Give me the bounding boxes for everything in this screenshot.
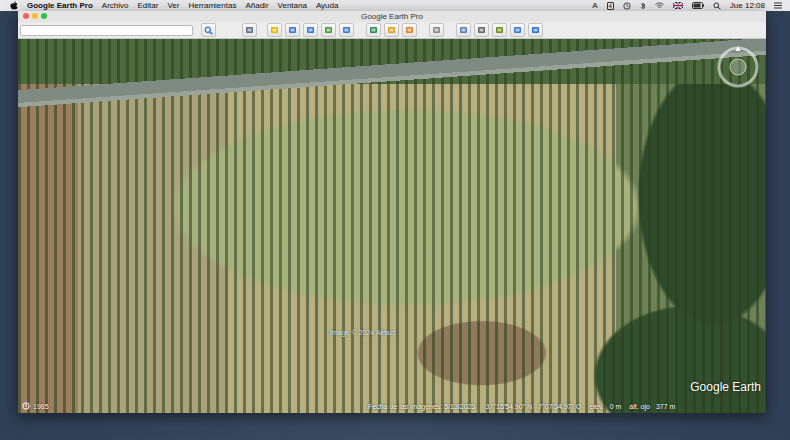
longitude: 7°07'34.97" O xyxy=(538,403,581,410)
zoom-button[interactable] xyxy=(41,13,47,19)
search-icon xyxy=(204,26,213,35)
clock[interactable]: Jue 12:08 xyxy=(730,2,765,10)
historical-imagery[interactable]: 1985 xyxy=(22,402,49,410)
toolbar-button[interactable] xyxy=(303,23,318,37)
toolbar-button[interactable] xyxy=(285,23,300,37)
email-icon xyxy=(459,26,468,34)
battery-icon[interactable] xyxy=(692,2,704,9)
spotlight-icon[interactable] xyxy=(713,2,721,10)
input-badge: 4 xyxy=(607,2,614,10)
menu-item[interactable]: Ayuda xyxy=(316,2,339,10)
image-attribution: Image © 2024 Airbus xyxy=(330,329,395,336)
menu-item[interactable]: Ver xyxy=(167,2,179,10)
toolbar-button[interactable] xyxy=(528,23,543,37)
elevation: 0 m xyxy=(610,403,622,410)
image-overlay-icon xyxy=(324,26,333,34)
toolbar-button[interactable] xyxy=(492,23,507,37)
toolbar-button[interactable] xyxy=(321,23,336,37)
input-source[interactable]: A xyxy=(592,2,597,10)
ruler-icon xyxy=(432,26,441,34)
search-field[interactable] xyxy=(20,25,193,36)
bluetooth-icon[interactable] xyxy=(640,2,646,10)
title-bar: Google Earth Pro xyxy=(18,11,766,22)
path-icon xyxy=(306,26,315,34)
toolbar-button[interactable] xyxy=(429,23,444,37)
window-title: Google Earth Pro xyxy=(361,12,423,21)
toolbar xyxy=(18,22,766,39)
navigation-control[interactable] xyxy=(716,45,760,89)
menu-item[interactable]: Editar xyxy=(137,2,158,10)
placemark-icon xyxy=(270,26,279,34)
toolbar-button[interactable] xyxy=(267,23,282,37)
time-machine-icon[interactable] xyxy=(623,2,631,10)
eye-altitude: 377 m xyxy=(656,403,675,410)
history-year: 1985 xyxy=(33,403,49,410)
print-icon xyxy=(477,26,486,34)
desktop: Google Earth Pro Archivo Editar Ver Herramie… xyxy=(0,0,790,440)
toolbar-button[interactable] xyxy=(384,23,399,37)
google-maps-icon xyxy=(513,26,522,34)
planets-icon xyxy=(405,26,414,34)
menu-item[interactable]: Añadir xyxy=(245,2,268,10)
kml-icon xyxy=(531,26,540,34)
history-icon xyxy=(369,26,378,34)
status-bar: Fecha de las imágenes: 5/13/2023 37°15'54… xyxy=(368,403,675,410)
close-button[interactable] xyxy=(23,13,29,19)
menu-bar: Google Earth Pro Archivo Editar Ver Herramie… xyxy=(0,0,790,11)
satellite-map[interactable]: Image © 2024 Airbus Google Earth 1985 Fecha… xyxy=(18,39,766,413)
search-button[interactable] xyxy=(201,23,216,37)
save-image-icon xyxy=(495,26,504,34)
minimize-button[interactable] xyxy=(32,13,38,19)
apple-icon[interactable] xyxy=(10,1,18,10)
tour-icon xyxy=(342,26,351,34)
clock-icon xyxy=(22,402,30,410)
toolbar-button[interactable] xyxy=(456,23,471,37)
app-menu[interactable]: Google Earth Pro xyxy=(27,2,93,10)
flag-icon[interactable] xyxy=(673,2,683,9)
toolbar-button[interactable] xyxy=(366,23,381,37)
app-window: Google Earth Pro Image © 2024 Airbus Googl… xyxy=(18,11,766,413)
polygon-icon xyxy=(288,26,297,34)
wifi-icon[interactable] xyxy=(655,2,664,9)
compass-icon[interactable] xyxy=(716,45,760,89)
toolbar-button[interactable] xyxy=(402,23,417,37)
toolbar-button[interactable] xyxy=(510,23,525,37)
latitude: 37°15'54.90" N xyxy=(485,403,532,410)
sidebar-toggle-icon xyxy=(245,26,254,34)
toolbar-button[interactable] xyxy=(339,23,354,37)
google-earth-logo: Google Earth xyxy=(690,380,761,394)
elevation-label: elev. xyxy=(589,403,603,410)
toolbar-button[interactable] xyxy=(242,23,257,37)
imagery-date: Fecha de las imágenes: 5/13/2023 xyxy=(368,403,475,410)
toolbar-button[interactable] xyxy=(474,23,489,37)
menu-item[interactable]: Herramientas xyxy=(188,2,236,10)
menu-item[interactable]: Archivo xyxy=(102,2,129,10)
notification-center-icon[interactable] xyxy=(774,2,782,9)
menu-item[interactable]: Ventana xyxy=(278,2,307,10)
sun-icon xyxy=(387,26,396,34)
eye-altitude-label: alt. ojo xyxy=(629,403,650,410)
